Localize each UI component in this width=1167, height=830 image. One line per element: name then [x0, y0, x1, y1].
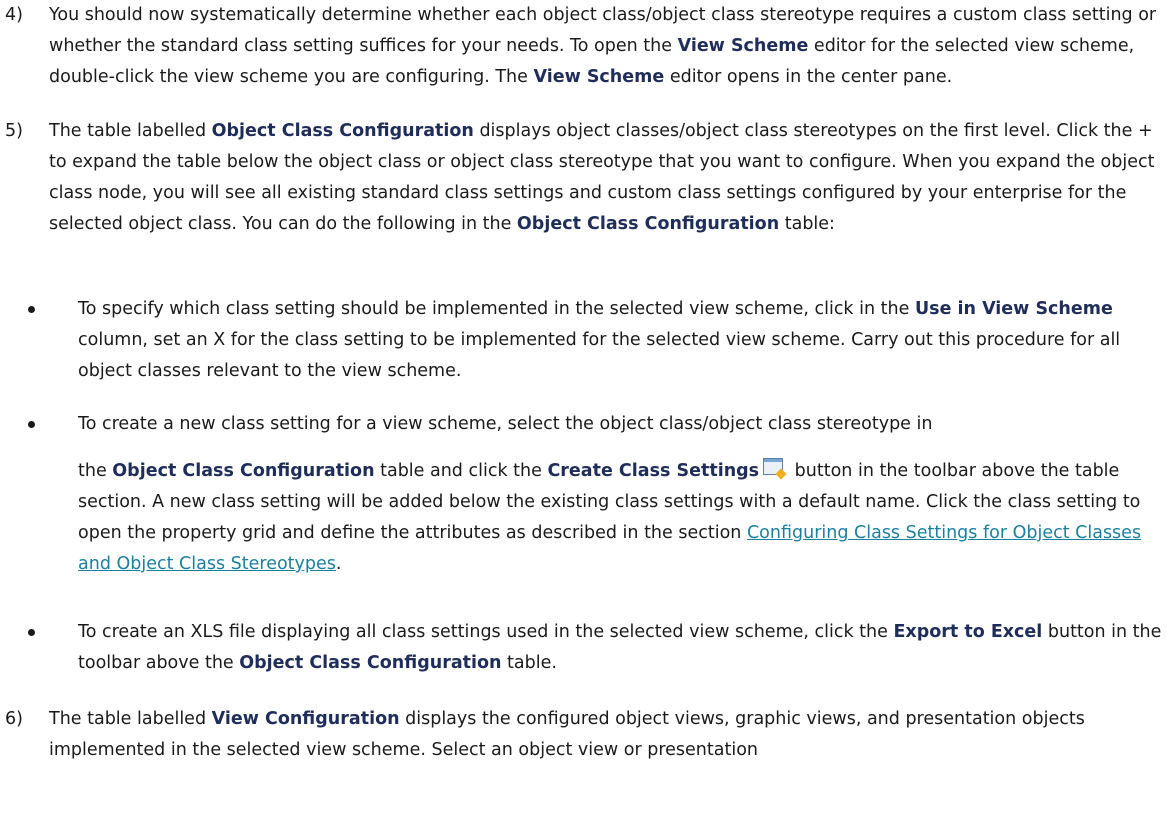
bullet-text: To specify which class setting should be…	[78, 294, 1163, 387]
document-page: 4) You should now systematically determi…	[0, 0, 1167, 830]
bullet-icon	[28, 421, 35, 428]
step-number: 6)	[5, 709, 23, 729]
bold-term: Create Class Settings	[547, 461, 760, 481]
step-text: The table labelled Object Class Configur…	[49, 116, 1159, 240]
text: To create an XLS file displaying all cla…	[78, 622, 894, 642]
text: To create a new class setting for a view…	[78, 414, 933, 434]
bold-term: Object Class Configuration	[112, 461, 375, 481]
bold-term: Object Class Configuration	[516, 214, 780, 234]
text: The table labelled	[49, 709, 212, 729]
step-text: The table labelled View Configuration di…	[49, 704, 1159, 766]
bullet-text: To create an XLS file displaying all cla…	[78, 617, 1163, 679]
text: table:	[779, 214, 835, 234]
text: The table labelled	[49, 121, 212, 141]
text: editor opens in the center pane.	[664, 67, 953, 87]
text: .	[335, 554, 342, 574]
step-number: 4)	[5, 5, 23, 25]
text: table and click the	[374, 461, 548, 481]
bold-term: View Scheme	[677, 36, 809, 56]
bullet-icon	[28, 306, 35, 313]
bullet-icon	[28, 629, 35, 636]
text: table.	[501, 653, 557, 673]
bullet-text: To create a new class setting for a view…	[78, 409, 1163, 580]
bold-term: View Scheme	[533, 67, 665, 87]
create-class-settings-icon[interactable]	[763, 458, 787, 480]
step-text: You should now systematically determine …	[49, 0, 1159, 93]
bold-term: Export to Excel	[893, 622, 1043, 642]
text: the	[78, 461, 113, 481]
bold-term: View Configuration	[211, 709, 400, 729]
text: column, set an X for the class setting t…	[78, 330, 1121, 381]
bold-term: Use in View Scheme	[914, 299, 1113, 319]
text: To specify which class setting should be…	[78, 299, 915, 319]
step-number: 5)	[5, 121, 23, 141]
bold-term: Object Class Configuration	[239, 653, 502, 673]
bold-term: Object Class Configuration	[211, 121, 474, 141]
